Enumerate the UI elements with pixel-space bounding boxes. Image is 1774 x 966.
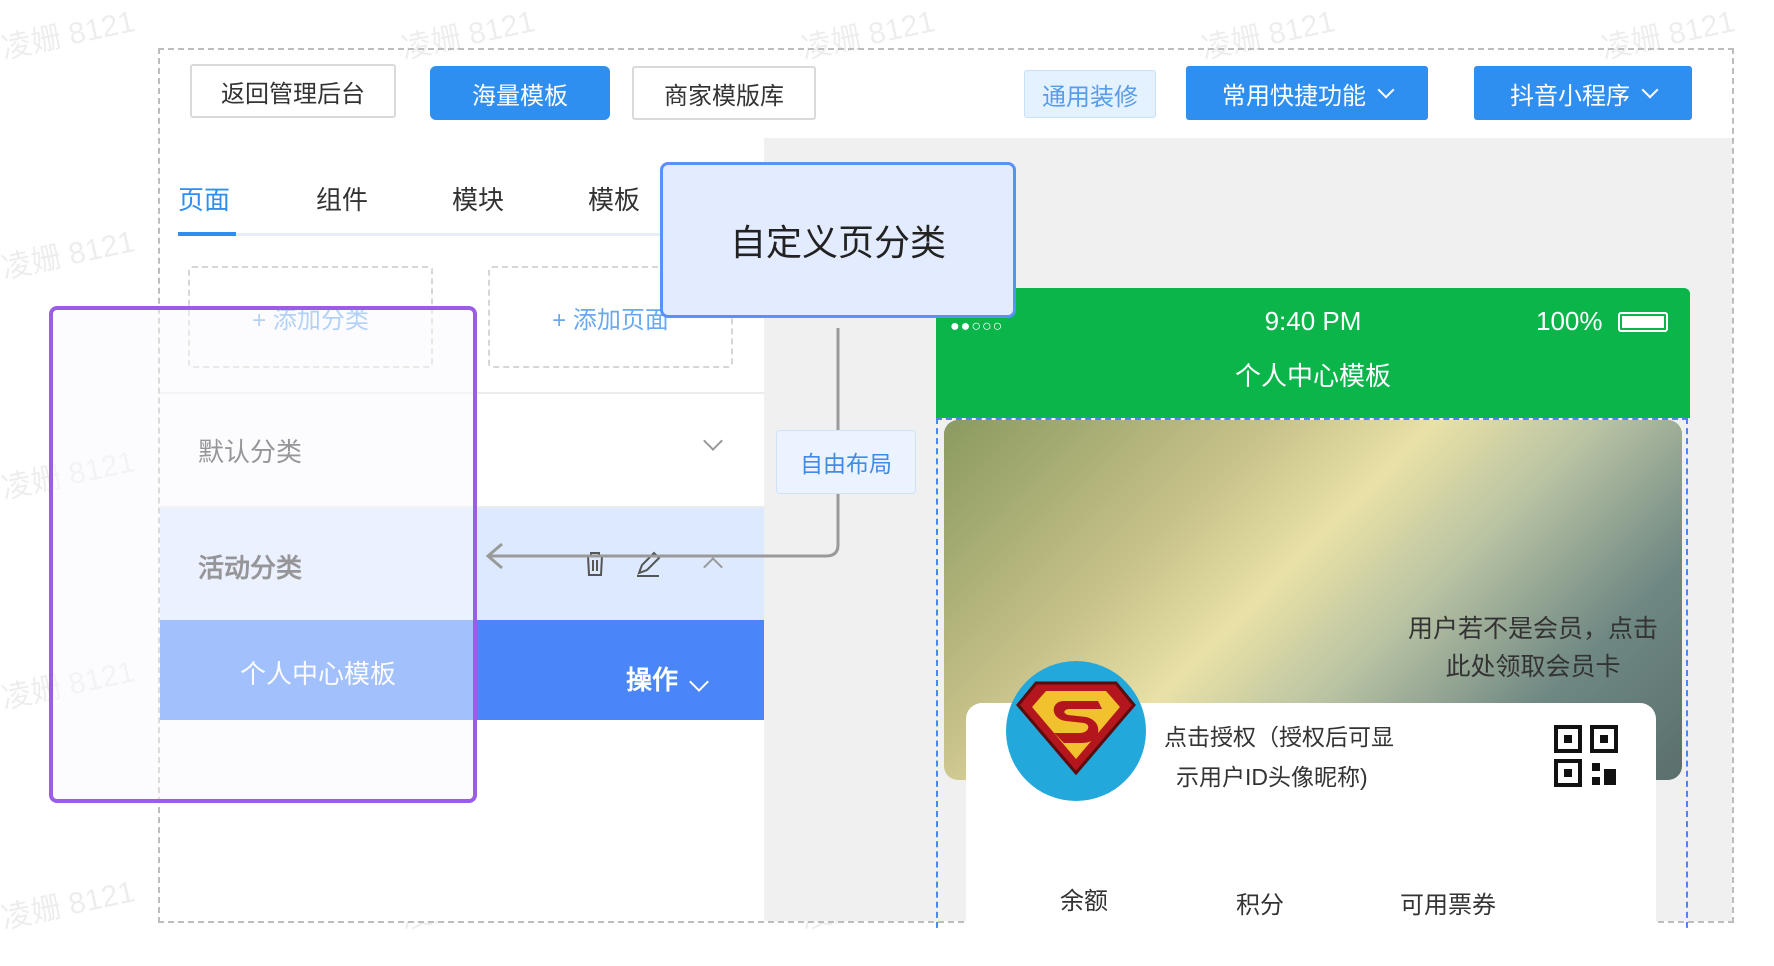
superman-logo-icon xyxy=(1016,681,1136,776)
custom-page-category-callout: 自定义页分类 xyxy=(660,162,1016,318)
member-hint-line-1: 用户若不是会员，点击 xyxy=(1407,615,1658,643)
tab-underline-track xyxy=(178,233,668,236)
auth-line-1: 点击授权（授权后可显 xyxy=(1164,724,1394,750)
user-auth-text[interactable]: 点击授权（授权后可显 示用户ID头像昵称) xyxy=(1164,717,1394,797)
battery-percent: 100% xyxy=(1536,306,1603,336)
stat-points[interactable]: 积分 xyxy=(1236,885,1284,920)
stat-balance[interactable]: 余额 xyxy=(1060,881,1108,916)
merchant-template-library-button[interactable]: 商家模版库 xyxy=(632,66,816,120)
shortcuts-label: 常用快捷功能 xyxy=(1222,82,1366,110)
avatar[interactable] xyxy=(1006,661,1146,801)
phone-status-bar: ●●○○○ 9:40 PM 100% 个人中心模板 xyxy=(936,288,1690,418)
auth-line-2: 示用户ID头像昵称) xyxy=(1176,764,1368,790)
general-decoration-button[interactable]: 通用装修 xyxy=(1024,70,1156,118)
free-layout-tag[interactable]: 自由布局 xyxy=(776,430,916,494)
tab-modules[interactable]: 模块 xyxy=(452,180,504,217)
page-action-dropdown[interactable]: 操作 xyxy=(626,660,709,697)
douyin-label: 抖音小程序 xyxy=(1510,82,1630,110)
tab-templates[interactable]: 模板 xyxy=(588,180,640,217)
stat-coupons[interactable]: 可用票券 xyxy=(1400,885,1496,920)
chevron-down-icon xyxy=(1377,81,1395,99)
tab-components[interactable]: 组件 xyxy=(316,180,368,217)
qr-code-icon[interactable] xyxy=(1554,725,1620,787)
member-hint: 用户若不是会员，点击 此处领取会员卡 xyxy=(1408,610,1658,686)
chevron-down-icon xyxy=(1641,81,1659,99)
tab-active-indicator xyxy=(178,232,236,236)
action-label: 操作 xyxy=(626,665,679,695)
chevron-down-icon xyxy=(689,672,709,692)
watermark: 凌姗 8121 xyxy=(0,5,138,66)
shortcuts-dropdown[interactable]: 常用快捷功能 xyxy=(1186,66,1428,120)
tab-pages[interactable]: 页面 xyxy=(178,180,230,217)
douyin-miniprogram-dropdown[interactable]: 抖音小程序 xyxy=(1474,66,1692,120)
callout-text: 自定义页分类 xyxy=(729,222,946,263)
member-hint-line-2: 此处领取会员卡 xyxy=(1445,653,1621,681)
category-highlight-box xyxy=(49,306,477,803)
battery-icon xyxy=(1618,312,1668,332)
phone-page-title: 个人中心模板 xyxy=(1234,361,1391,391)
free-layout-label: 自由布局 xyxy=(800,451,892,477)
phone-preview: ●●○○○ 9:40 PM 100% 个人中心模板 用户若不是会员，点击 此处领… xyxy=(936,288,1690,928)
watermark: 凌姗 8121 xyxy=(0,225,138,286)
watermark: 凌姗 8121 xyxy=(0,875,138,936)
massive-templates-button[interactable]: 海量模板 xyxy=(430,66,610,120)
back-to-admin-button[interactable]: 返回管理后台 xyxy=(190,64,396,118)
